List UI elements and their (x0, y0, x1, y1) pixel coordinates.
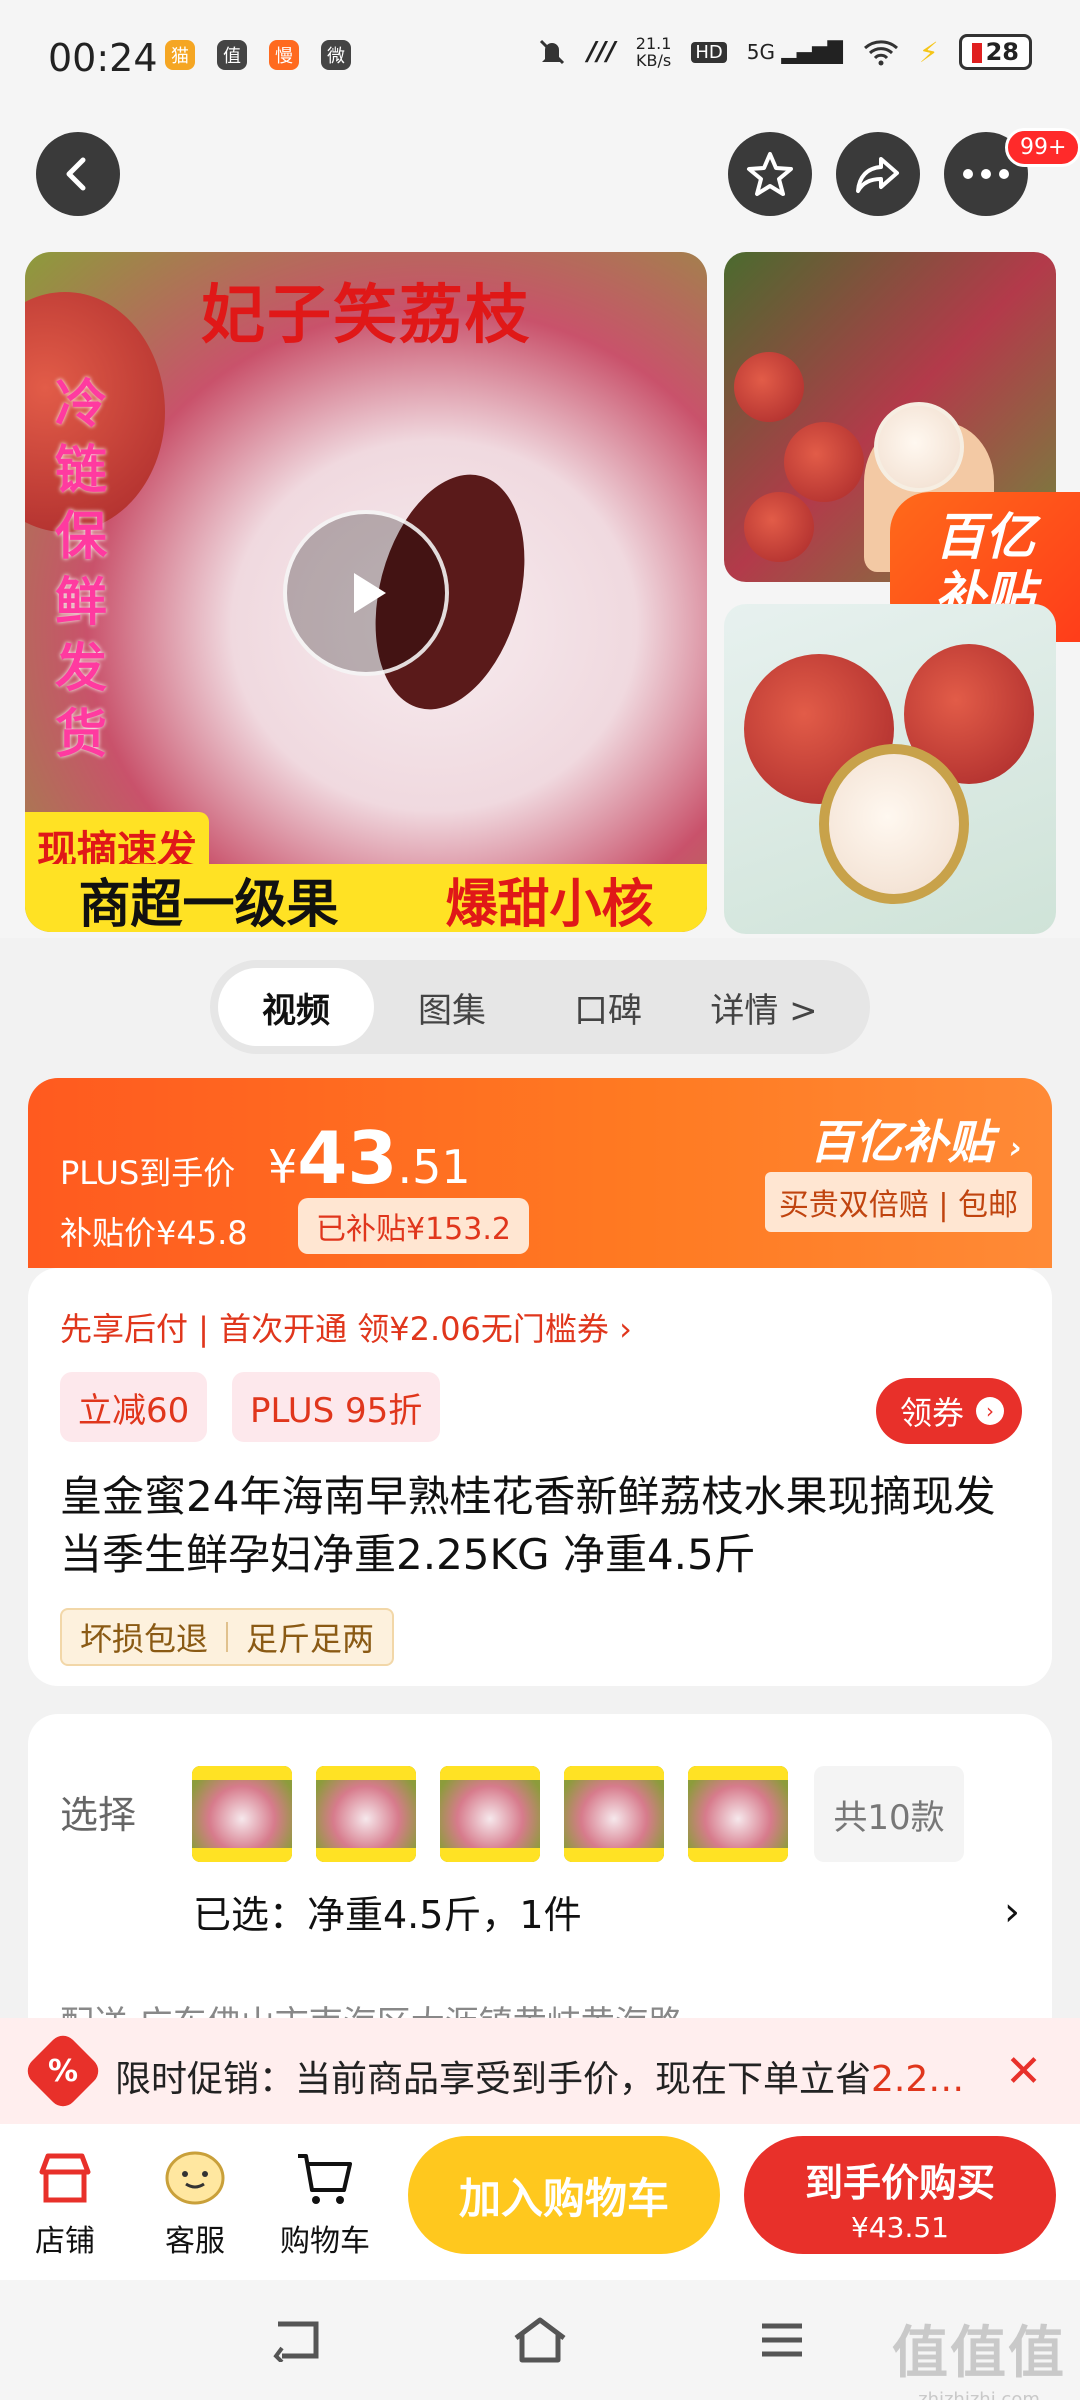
percent-icon: % (21, 2029, 105, 2113)
selected-sku: 已选：净重4.5斤，1件 (193, 1893, 582, 1937)
mute-icon (540, 39, 565, 65)
service-tag: 足斤足两 (246, 1620, 375, 1658)
plus-discount-tag: PLUS 95折 (232, 1372, 441, 1442)
wifi-icon (863, 40, 898, 66)
product-title: 皇金蜜24年海南早熟桂花香新鲜荔枝水果现摘现发当季生鲜孕妇净重2.25KG 净重… (60, 1472, 996, 1579)
image-vertical-text: 冷链保鲜发货 (55, 375, 108, 765)
media-tabs: 视频 图集 口碑 详情 > (210, 960, 870, 1054)
product-gallery[interactable]: 妃子笑荔枝 冷链保鲜发货 现摘速发 商超一级果 爆甜小核 百亿 补贴 18 (0, 248, 1080, 1151)
select-label: 选择 (60, 1793, 137, 1837)
billion-subsidy-link[interactable]: 百亿补贴 › (810, 1106, 1022, 1172)
close-icon[interactable]: ✕ (1005, 2046, 1042, 2097)
buy-now-button[interactable]: 到手价购买 ¥43.51 (744, 2136, 1056, 2254)
bottom-action-bar: 店铺 客服 购物车 加入购物车 到手价购买 ¥43.51 (0, 2124, 1080, 2280)
image-tag-bottom: 商超一级果 爆甜小核 (25, 864, 707, 932)
app-notification-icon: 猫 (165, 40, 195, 70)
signal-icon: 5G ▂▄▆█ (746, 40, 843, 64)
divider (226, 1622, 229, 1652)
plus-price-label: PLUS到手价 (60, 1154, 236, 1192)
back-button[interactable] (36, 132, 120, 216)
chevron-right-icon[interactable]: › (1004, 1889, 1020, 1935)
promo-text: 限时促销：当前商品享受到手价，现在下单立省2.2… (115, 2059, 965, 2100)
final-price: ¥43.51 (268, 1116, 471, 1200)
watermark: 值值值 zhizhizhi.com (892, 2321, 1066, 2400)
status-bar: 00:24 猫 值 慢 微 /// 21.1 KB/s HD 5G ▂▄▆█ ⚡ … (0, 0, 1080, 120)
notification-icons: 猫 值 慢 微 (165, 40, 351, 70)
discount-tag: 立减60 (60, 1372, 208, 1442)
chat-bot-icon (165, 2151, 225, 2205)
top-nav: 99+ (0, 120, 1080, 250)
sku-thumbnail[interactable] (564, 1766, 664, 1862)
share-icon (856, 157, 899, 193)
tab-video[interactable]: 视频 (218, 968, 374, 1046)
cart-icon (298, 2154, 352, 2204)
hd-icon: HD (691, 41, 727, 63)
app-notification-icon: 值 (217, 40, 247, 70)
tab-gallery[interactable]: 图集 (374, 968, 530, 1046)
network-speed: 21.1 KB/s (635, 34, 672, 70)
chevron-right-icon: › (976, 1397, 1004, 1425)
home-nav-icon[interactable] (510, 2316, 570, 2364)
app-notification-icon: 慢 (269, 40, 299, 70)
sku-count[interactable]: 共10款 (814, 1766, 964, 1862)
sku-thumbnail[interactable] (440, 1766, 540, 1862)
system-indicators: /// 21.1 KB/s HD 5G ▂▄▆█ ⚡ 28 (537, 34, 1032, 70)
more-dots-icon (963, 169, 1009, 179)
limited-promo-banner[interactable]: % 限时促销：当前商品享受到手价，现在下单立省2.2… ✕ (0, 2018, 1080, 2124)
guarantee-tag[interactable]: 买贵双倍赔 | 包邮 (764, 1172, 1032, 1232)
customer-service-button[interactable]: 客服 (140, 2142, 250, 2260)
get-coupon-button[interactable]: 领券 › (875, 1378, 1022, 1444)
cart-button[interactable]: 购物车 (270, 2142, 380, 2260)
main-product-video[interactable]: 妃子笑荔枝 冷链保鲜发货 现摘速发 商超一级果 爆甜小核 (25, 252, 707, 932)
nfc-icon: /// (587, 37, 616, 67)
subsidized-amount: 已补贴¥153.2 (298, 1198, 529, 1254)
product-info-card: 先享后付 | 首次开通 领¥2.06无门槛券 › 立减60 PLUS 95折 领… (28, 1268, 1052, 1686)
store-button[interactable]: 店铺 (10, 2142, 120, 2260)
play-button[interactable] (283, 510, 449, 676)
status-time: 00:24 (48, 36, 158, 80)
service-tag: 坏损包退 (80, 1620, 209, 1658)
gallery-thumbnail-2[interactable] (724, 604, 1056, 934)
sku-select-card[interactable]: 选择 共10款 已选：净重4.5斤，1件 › 配送 广东佛山市南海区大沥镇黄岐黄… (28, 1714, 1052, 2034)
image-title: 妃子笑荔枝 (201, 279, 531, 353)
service-tags[interactable]: 坏损包退 足斤足两 (60, 1608, 395, 1666)
star-icon (747, 152, 793, 196)
message-count-badge: 99+ (1005, 128, 1080, 167)
share-button[interactable] (836, 132, 920, 216)
sku-thumbnail[interactable] (192, 1766, 292, 1862)
chevron-right-icon: › (1009, 1131, 1022, 1166)
tab-details[interactable]: 详情 > (686, 968, 842, 1046)
pay-later-promo[interactable]: 先享后付 | 首次开通 领¥2.06无门槛券 › (60, 1304, 632, 1350)
tab-reviews[interactable]: 口碑 (530, 968, 686, 1046)
sku-thumbnail[interactable] (316, 1766, 416, 1862)
battery-indicator: 28 (958, 34, 1032, 70)
store-icon (39, 2153, 91, 2203)
image-tag-sweet: 爆甜小核 (445, 874, 654, 933)
add-to-cart-button[interactable]: 加入购物车 (408, 2136, 720, 2254)
image-tag-grade: 商超一级果 (78, 874, 339, 933)
menu-nav-icon[interactable] (758, 2320, 806, 2360)
favorite-button[interactable] (728, 132, 812, 216)
wechat-icon: 微 (321, 40, 351, 70)
back-arrow-icon (66, 157, 86, 191)
sku-thumbnail[interactable] (688, 1766, 788, 1862)
play-icon (354, 573, 386, 613)
charging-icon: ⚡ (918, 35, 939, 69)
price-block: PLUS到手价 ¥43.51 补贴价¥45.8 已补贴¥153.2 百亿补贴 ›… (28, 1078, 1052, 1268)
back-nav-icon[interactable] (272, 2318, 324, 2362)
subsidy-price: 补贴价¥45.8 (60, 1214, 248, 1252)
